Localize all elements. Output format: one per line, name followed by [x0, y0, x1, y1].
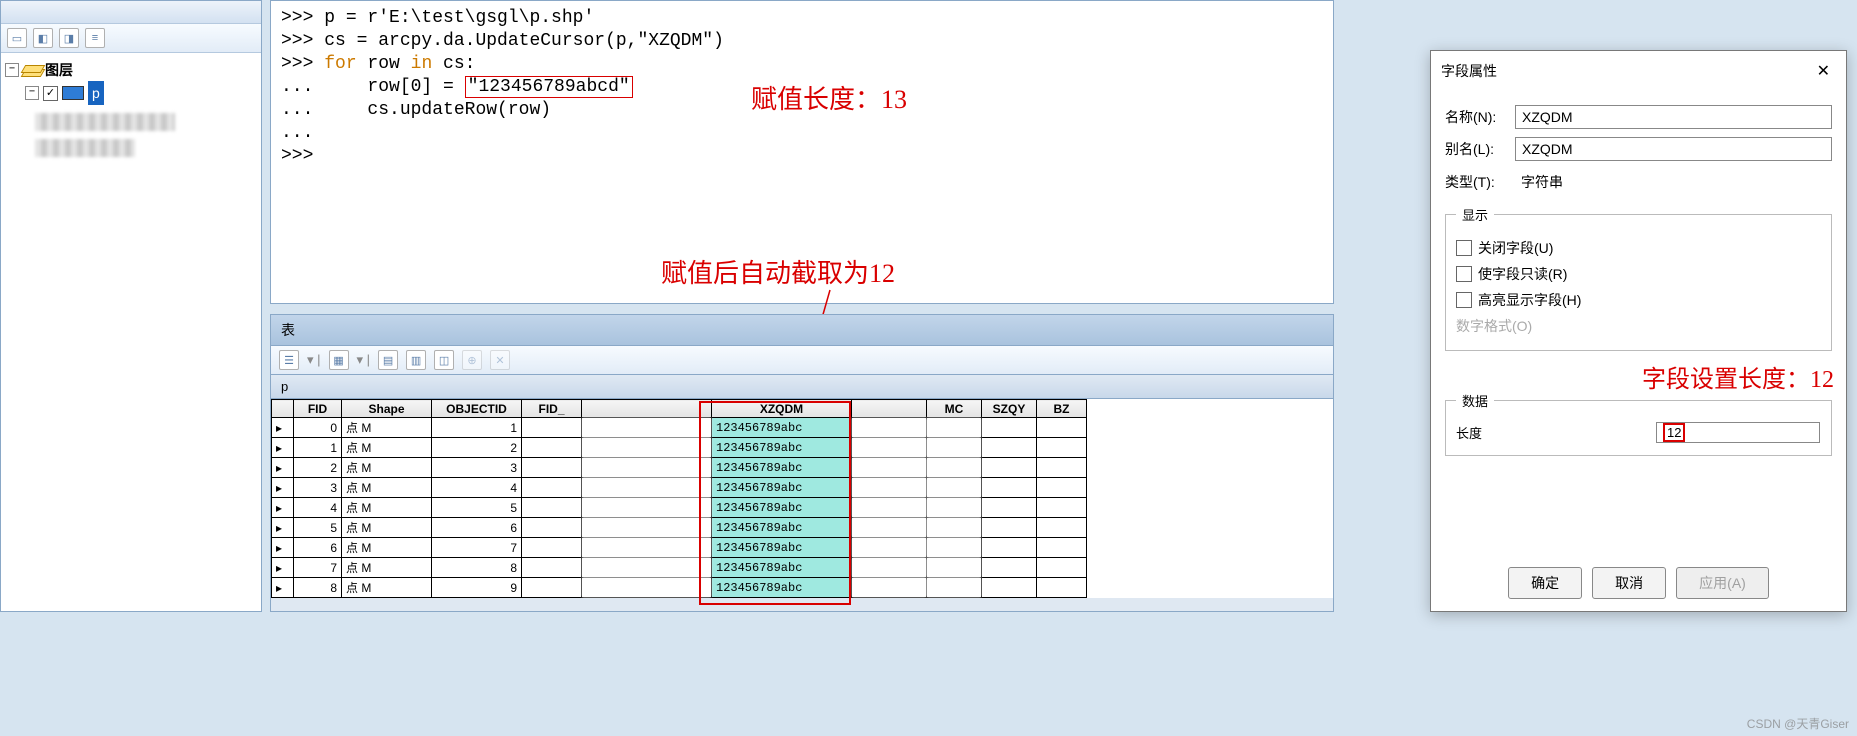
col-hidden-2 [852, 400, 927, 418]
table-layer-name: p [271, 375, 1333, 399]
table-row[interactable]: ▸3点 M4123456789abc [272, 478, 1087, 498]
tbl-tool-6[interactable]: ⊕ [462, 350, 482, 370]
layers-icon [23, 63, 41, 77]
annotation-trunc12: 赋值后自动截取为12 [661, 253, 895, 290]
table-row[interactable]: ▸4点 M5123456789abc [272, 498, 1087, 518]
name-value: XZQDM [1515, 105, 1832, 129]
length-label: 长度 [1456, 423, 1656, 442]
tree-root[interactable]: − 图层 [5, 59, 257, 81]
row-selector[interactable]: ▸ [272, 498, 294, 518]
table-row[interactable]: ▸1点 M2123456789abc [272, 438, 1087, 458]
close-icon[interactable]: ✕ [1811, 59, 1836, 83]
checkbox-close-field[interactable] [1456, 240, 1472, 256]
toc-title [1, 1, 261, 24]
tbl-tool-7[interactable]: ✕ [490, 350, 510, 370]
table-grid[interactable]: FID Shape OBJECTID FID_ XZQDM MC SZQY BZ… [271, 399, 1333, 598]
toc-tool-3[interactable]: ◨ [59, 28, 79, 48]
annotation-field-len: 字段设置长度：12 [1642, 359, 1834, 394]
tree-root-label: 图层 [45, 59, 73, 81]
table-row[interactable]: ▸5点 M6123456789abc [272, 518, 1087, 538]
type-label: 类型(T): [1445, 172, 1515, 192]
table-row[interactable]: ▸0点 M1123456789abc [272, 418, 1087, 438]
toc-panel: ▭ ◧ ◨ ≡ − 图层 − ✓ p [0, 0, 262, 612]
layer-name: p [88, 81, 104, 105]
toc-toolbar: ▭ ◧ ◨ ≡ [1, 24, 261, 53]
display-group: 显示 关闭字段(U) 使字段只读(R) 高亮显示字段(H) 数字格式(O) [1445, 205, 1832, 351]
watermark: CSDN @天青Giser [1747, 715, 1849, 732]
alias-input[interactable]: XZQDM [1515, 137, 1832, 161]
col-hidden-1 [582, 400, 712, 418]
toc-tool-4[interactable]: ≡ [85, 28, 105, 48]
annotation-len13: 赋值长度：13 [751, 79, 907, 116]
app-root: ▭ ◧ ◨ ≡ − 图层 − ✓ p >>> p = r'E:\test\gsg… [0, 0, 1857, 736]
layer-symbol [62, 86, 84, 100]
tbl-tool-5[interactable]: ◫ [434, 350, 454, 370]
toc-tool-2[interactable]: ◧ [33, 28, 53, 48]
length-input[interactable]: 12 [1656, 422, 1820, 443]
tree-layer-p[interactable]: − ✓ p [5, 81, 257, 105]
row-selector[interactable]: ▸ [272, 458, 294, 478]
name-label: 名称(N): [1445, 107, 1515, 127]
ok-button[interactable]: 确定 [1508, 567, 1582, 599]
checkbox-icon[interactable]: ✓ [43, 86, 58, 101]
row-selector[interactable]: ▸ [272, 418, 294, 438]
tbl-tool-3[interactable]: ▤ [378, 350, 398, 370]
python-panel: >>> p = r'E:\test\gsgl\p.shp' >>> cs = a… [270, 0, 1334, 304]
tbl-tool-2[interactable]: ▦ [329, 350, 349, 370]
table-title: 表 [271, 315, 1333, 346]
tbl-tool-menu[interactable]: ☰ [279, 350, 299, 370]
table-row[interactable]: ▸8点 M9123456789abc [272, 578, 1087, 598]
table-panel: 表 ☰▾ | ▦▾ | ▤ ▥ ◫ ⊕ ✕ p FID Shape OBJECT… [270, 314, 1334, 612]
row-selector[interactable]: ▸ [272, 518, 294, 538]
toc-tree: − 图层 − ✓ p [1, 53, 261, 163]
table-row[interactable]: ▸2点 M3123456789abc [272, 458, 1087, 478]
row-selector[interactable]: ▸ [272, 558, 294, 578]
table-row[interactable]: ▸7点 M8123456789abc [272, 558, 1087, 578]
minus-icon[interactable]: − [25, 86, 39, 100]
row-selector[interactable]: ▸ [272, 478, 294, 498]
number-format-disabled: 数字格式(O) [1456, 316, 1532, 336]
toc-tool-1[interactable]: ▭ [7, 28, 27, 48]
tbl-tool-4[interactable]: ▥ [406, 350, 426, 370]
type-value: 字符串 [1515, 169, 1832, 195]
alias-label: 别名(L): [1445, 139, 1515, 159]
tree-blurred-item [35, 139, 135, 157]
data-group: 数据 长度 12 [1445, 391, 1832, 456]
table-toolbar: ☰▾ | ▦▾ | ▤ ▥ ◫ ⊕ ✕ [271, 346, 1333, 375]
field-properties-dialog: 字段属性 ✕ 名称(N):XZQDM 别名(L):XZQDM 类型(T):字符串… [1430, 50, 1847, 612]
checkbox-highlight[interactable] [1456, 292, 1472, 308]
row-selector[interactable]: ▸ [272, 578, 294, 598]
row-selector[interactable]: ▸ [272, 538, 294, 558]
boxed-literal: "123456789abcd" [465, 76, 633, 98]
table-header-row: FID Shape OBJECTID FID_ XZQDM MC SZQY BZ [272, 400, 1087, 418]
apply-button: 应用(A) [1676, 567, 1769, 599]
row-selector[interactable]: ▸ [272, 438, 294, 458]
cancel-button[interactable]: 取消 [1592, 567, 1666, 599]
dialog-title: 字段属性 [1441, 61, 1497, 81]
checkbox-readonly[interactable] [1456, 266, 1472, 282]
minus-icon[interactable]: − [5, 63, 19, 77]
tree-blurred-item [35, 113, 175, 131]
dialog-titlebar[interactable]: 字段属性 ✕ [1431, 51, 1846, 91]
table-row[interactable]: ▸6点 M7123456789abc [272, 538, 1087, 558]
